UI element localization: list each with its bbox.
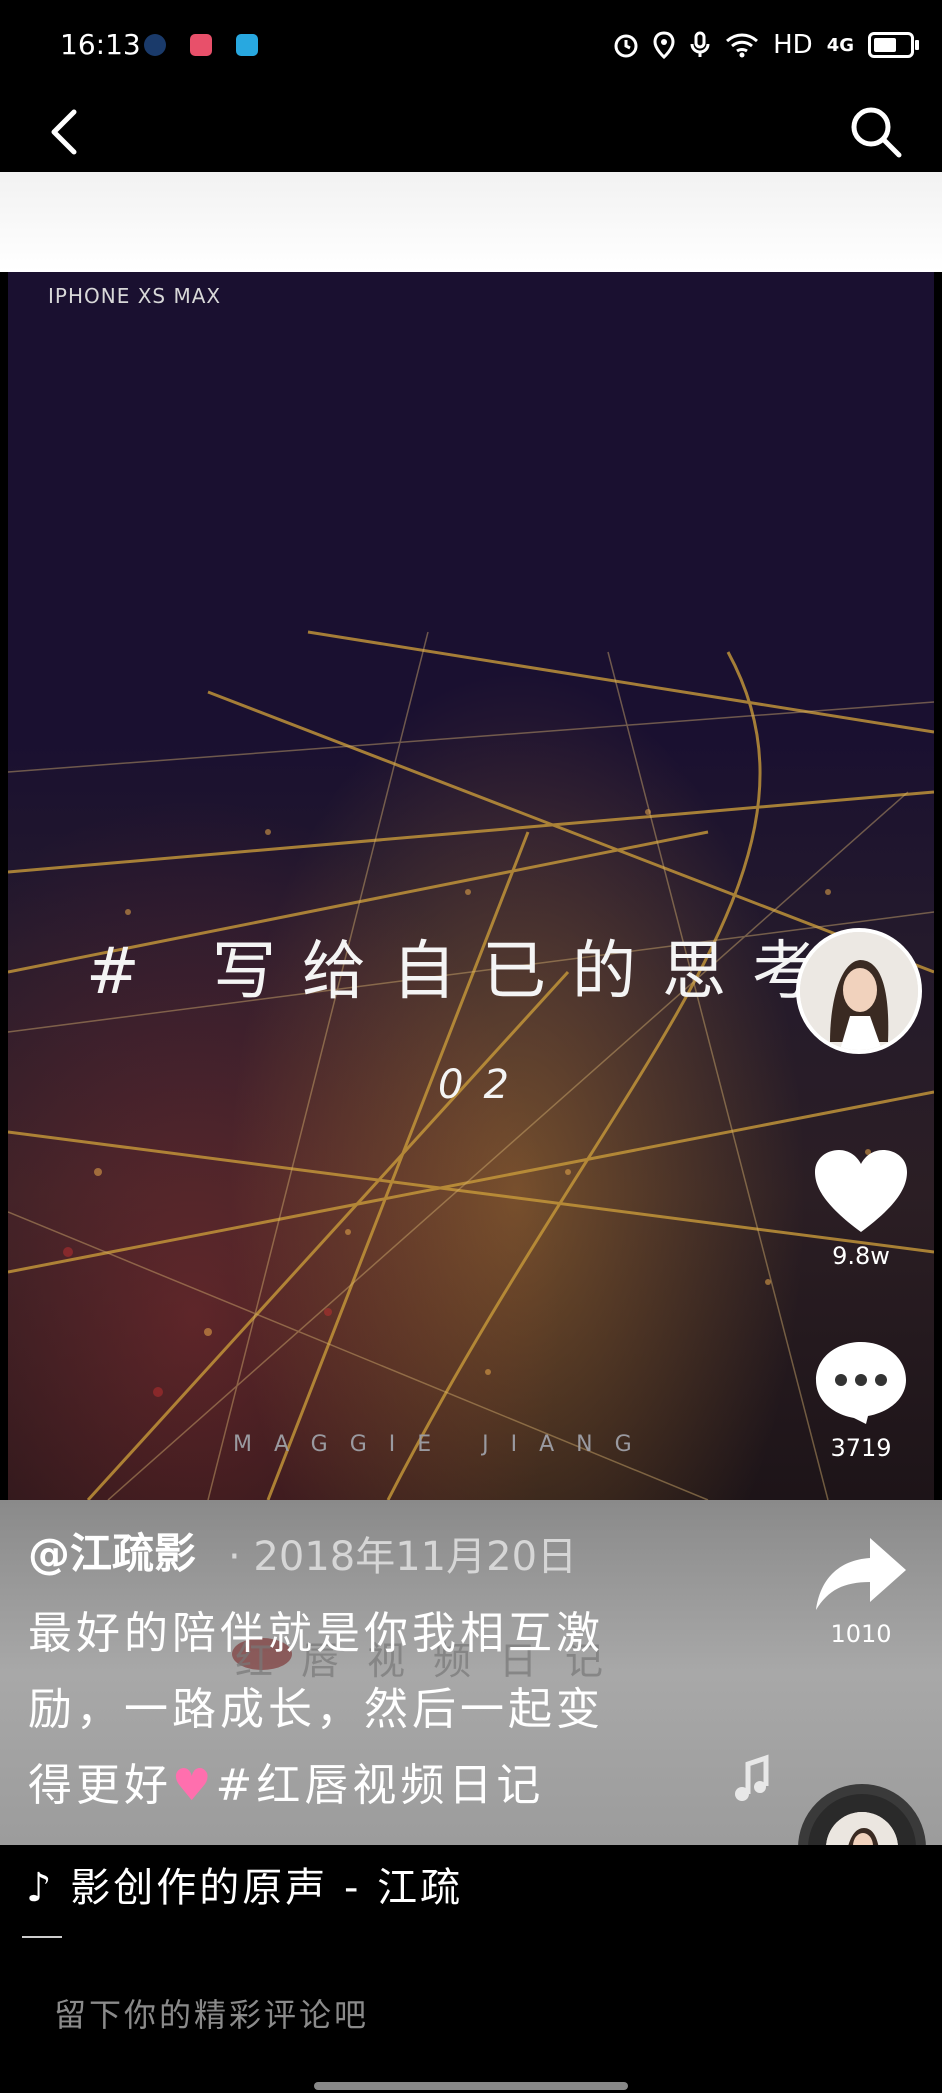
author-avatar[interactable] xyxy=(796,928,922,1054)
like-button[interactable]: 9.8w xyxy=(806,1148,916,1270)
wifi-icon xyxy=(726,33,759,58)
music-track[interactable]: ♪ 影创作的原声 - 江疏 xyxy=(26,1855,463,1913)
comment-bubble-icon xyxy=(816,1342,906,1424)
desc-line-3-text: 得更好 xyxy=(28,1760,172,1811)
top-bar xyxy=(0,92,942,172)
home-indicator[interactable] xyxy=(314,2082,628,2090)
alarm-icon xyxy=(614,34,638,58)
share-arrow-icon xyxy=(816,1538,906,1610)
status-time: 16:13 xyxy=(60,28,141,61)
post-description: 最好的陪伴就是你我相互激 励，一路成长，然后一起变 得更好♥#红唇视频日记 xyxy=(28,1596,678,1824)
network-label: HD xyxy=(773,30,813,60)
desc-line-3: 得更好♥#红唇视频日记 xyxy=(28,1748,678,1824)
status-icons: HD 4G xyxy=(613,30,919,60)
chevron-left-icon[interactable] xyxy=(40,102,100,162)
music-note-icon xyxy=(735,1754,769,1801)
like-count: 9.8w xyxy=(832,1242,890,1270)
location-icon xyxy=(653,31,675,59)
video-headline: # 写给自已的思考 xyxy=(86,935,842,1009)
search-icon[interactable] xyxy=(846,102,906,162)
author-name[interactable]: @江疏影 xyxy=(28,1520,196,1581)
comment-count: 3719 xyxy=(830,1434,892,1462)
creator-watermark: MAGGIE JIANG xyxy=(233,1432,654,1457)
hashtag-link[interactable]: #红唇视频日记 xyxy=(215,1760,544,1811)
signal-label: 4G xyxy=(826,34,854,56)
heart-emoji-icon: ♥ xyxy=(172,1760,216,1811)
post-date: · 2018年11月20日 xyxy=(228,1534,578,1580)
share-button[interactable]: 1010 xyxy=(806,1536,916,1648)
loading-banner xyxy=(0,172,942,272)
desc-line-2: 励，一路成长，然后一起变 xyxy=(28,1684,604,1735)
heart-icon xyxy=(815,1150,907,1232)
desc-line-1: 最好的陪伴就是你我相互激 xyxy=(28,1608,604,1659)
device-watermark: IPHONE XS MAX xyxy=(48,284,222,308)
qq-icon xyxy=(144,34,166,56)
divider xyxy=(22,1936,62,1938)
video-episode: 02 xyxy=(438,1062,529,1108)
comment-button[interactable]: 3719 xyxy=(806,1340,916,1462)
app-icon-red xyxy=(190,34,212,56)
avatar-portrait-icon xyxy=(800,932,918,1050)
status-bar: 16:13 HD 4G xyxy=(0,0,942,92)
comment-input[interactable]: 留下你的精彩评论吧 xyxy=(54,1990,369,2036)
video-player[interactable]: IPHONE XS MAX # 写给自已的思考 02 MAGGIE JIANG xyxy=(8,272,934,1500)
mic-icon xyxy=(690,31,710,57)
battery-icon xyxy=(868,32,919,58)
share-count: 1010 xyxy=(830,1620,892,1648)
city-lights-illustration xyxy=(8,630,934,1500)
app-icon-blue xyxy=(236,34,258,56)
